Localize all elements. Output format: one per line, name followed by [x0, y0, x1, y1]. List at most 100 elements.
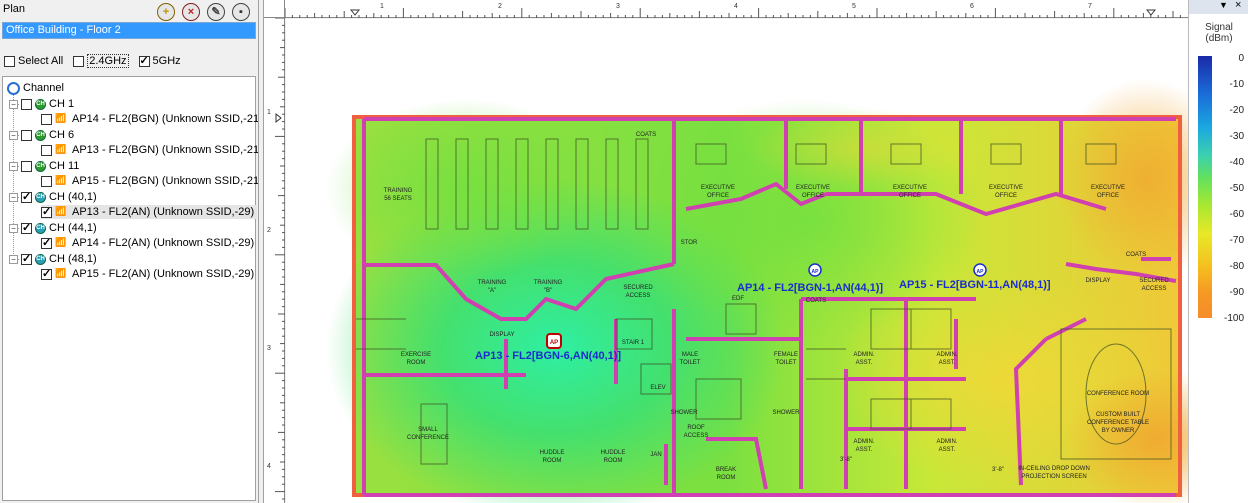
band-24-checkbox[interactable]: 2.4GHz [73, 54, 129, 68]
ruler-corner [264, 0, 285, 18]
edit-icon[interactable]: ✎ [207, 3, 225, 21]
group-checkbox[interactable] [21, 252, 32, 265]
tree-root-label: Channel [23, 82, 64, 94]
tree-group-ch6[interactable]: − CH CH 6 [9, 128, 74, 142]
ap-checkbox[interactable] [41, 113, 52, 125]
legend-tick: -60 [1229, 209, 1244, 220]
ap14-marker[interactable]: AP [808, 263, 822, 277]
tree-group-ch48[interactable]: − CH CH (48,1) [9, 252, 97, 266]
close-icon[interactable]: × [1235, 0, 1241, 11]
group-checkbox[interactable] [21, 190, 32, 203]
tree-group-ch40[interactable]: − CH CH (40,1) [9, 190, 97, 204]
room-label: COATS [806, 298, 826, 304]
ruler-label: 1 [380, 3, 384, 10]
band-filters: Select All 2.4GHz 5GHz [4, 54, 181, 68]
tree-ap-item[interactable]: 📶 AP15 - FL2(AN) (Unknown SSID,-29) [41, 267, 254, 281]
ruler-left: 1 2 3 4 [264, 17, 285, 503]
room-label: ROOM [717, 475, 736, 481]
room-label: STOR [681, 240, 698, 246]
room-label: FEMALE [774, 352, 798, 358]
room-label: ROOF [687, 425, 705, 431]
collapse-icon[interactable]: − [9, 254, 18, 264]
ruler-top: 1 2 3 4 5 6 7 [284, 0, 1188, 18]
channel-tree[interactable]: Channel − CH CH 1 📶 AP14 - FL2(BGN) (Unk… [2, 76, 263, 501]
tree-ap-item[interactable]: 📶 AP13 - FL2(BGN) (Unknown SSID,-21) [41, 143, 263, 157]
ap13-marker[interactable]: AP [546, 333, 562, 349]
plan-select[interactable]: Office Building - Floor 2 [2, 22, 256, 39]
room-label: ADMIN. [854, 439, 875, 445]
ap15-marker[interactable]: AP [973, 263, 987, 277]
room-label: ASST. [856, 447, 873, 453]
group-checkbox[interactable] [21, 160, 32, 172]
room-label: EXERCISE [401, 352, 431, 358]
tree-root[interactable]: Channel [7, 81, 64, 95]
room-label: MALE [682, 352, 698, 358]
ruler-top-ticks: 1 2 3 4 5 6 7 [284, 3, 1181, 18]
tree-ap-item[interactable]: 📶 AP14 - FL2(BGN) (Unknown SSID,-21) [41, 112, 263, 126]
select-all-box[interactable] [4, 55, 15, 67]
ap-checkbox[interactable] [41, 205, 52, 218]
tree-ap-item[interactable]: 📶 AP15 - FL2(BGN) (Unknown SSID,-21) [41, 174, 263, 188]
group-label: CH (48,1) [49, 253, 97, 265]
tree-group-ch44[interactable]: − CH CH (44,1) [9, 221, 97, 235]
select-all-label: Select All [18, 55, 64, 67]
group-label: CH 1 [49, 98, 75, 110]
heatmap-svg[interactable]: TRAINING 56 SEATS COATS EXECUTIVE OFFICE… [286, 19, 1246, 503]
collapse-icon[interactable]: − [9, 130, 18, 140]
room-label: EXECUTIVE [796, 185, 830, 191]
collapse-icon[interactable]: − [9, 99, 18, 109]
tree-ap-item[interactable]: 📶 AP14 - FL2(AN) (Unknown SSID,-29) [41, 236, 254, 250]
ap-label: AP14 - FL2(AN) (Unknown SSID,-29) [72, 237, 255, 249]
plan-header: Plan [3, 3, 26, 15]
room-label: TOILET [776, 360, 797, 366]
ruler-label: 2 [267, 227, 271, 234]
floor-plan-canvas[interactable]: TRAINING 56 SEATS COATS EXECUTIVE OFFICE… [286, 19, 1246, 503]
ap-checkbox[interactable] [41, 144, 52, 156]
delete-icon[interactable]: × [182, 3, 200, 21]
legend-tick: -90 [1229, 287, 1244, 298]
band-24-box[interactable] [73, 55, 85, 67]
indent-marker-icon[interactable] [275, 112, 282, 124]
access-point-icon: 📶 [55, 267, 67, 278]
band-5-checkbox[interactable]: 5GHz [138, 54, 181, 67]
tree-group-ch11[interactable]: − CH CH 11 [9, 159, 79, 173]
room-label: OFFICE [899, 193, 921, 199]
app-window: Plan + × ✎ ▪ Office Building - Floor 2 S… [0, 0, 1248, 503]
tree-ap-item-selected[interactable]: 📶 AP13 - FL2(AN) (Unknown SSID,-29) [41, 205, 258, 219]
channel-badge-icon: CH [35, 253, 46, 265]
room-label: ROOM [407, 360, 426, 366]
group-checkbox[interactable] [21, 98, 32, 110]
room-label: ADMIN. [937, 352, 958, 358]
dropdown-icon[interactable]: ▼ [1219, 0, 1228, 10]
group-checkbox[interactable] [21, 221, 32, 234]
room-label: ACCESS [1142, 286, 1167, 292]
room-label: 3'-8" [840, 457, 852, 463]
room-label: BREAK [716, 467, 736, 473]
select-all-checkbox[interactable]: Select All [4, 55, 63, 67]
legend-title: Signal (dBm) [1189, 22, 1248, 44]
legend-tick: -20 [1229, 105, 1244, 116]
group-checkbox[interactable] [21, 129, 32, 141]
collapse-icon[interactable]: − [9, 161, 18, 171]
indent-marker-icon[interactable] [349, 9, 361, 16]
collapse-icon[interactable]: − [9, 223, 18, 233]
ap14-label: AP14 - FL2[BGN-1,AN(44,1)] [737, 282, 883, 294]
room-label: DISPLAY [1086, 278, 1111, 284]
tree-group-ch1[interactable]: − CH CH 1 [9, 97, 74, 111]
plan-panel: Plan + × ✎ ▪ Office Building - Floor 2 S… [0, 0, 263, 503]
band-5-box[interactable] [138, 54, 150, 67]
channel-badge-icon: CH [35, 222, 46, 234]
room-label: BY OWNER [1102, 428, 1135, 434]
save-icon[interactable]: ▪ [232, 3, 250, 21]
room-label: HUDDLE [540, 450, 565, 456]
collapse-icon[interactable]: − [9, 192, 18, 202]
add-icon[interactable]: + [157, 3, 175, 21]
ruler-label: 3 [267, 345, 271, 352]
ap-checkbox[interactable] [41, 175, 52, 187]
ap-checkbox[interactable] [41, 267, 52, 280]
legend-tick: -80 [1229, 261, 1244, 272]
ruler-label: 1 [267, 109, 271, 116]
indent-marker-icon[interactable] [1145, 9, 1157, 16]
ap-checkbox[interactable] [41, 236, 52, 249]
access-point-icon: 📶 [55, 143, 67, 154]
